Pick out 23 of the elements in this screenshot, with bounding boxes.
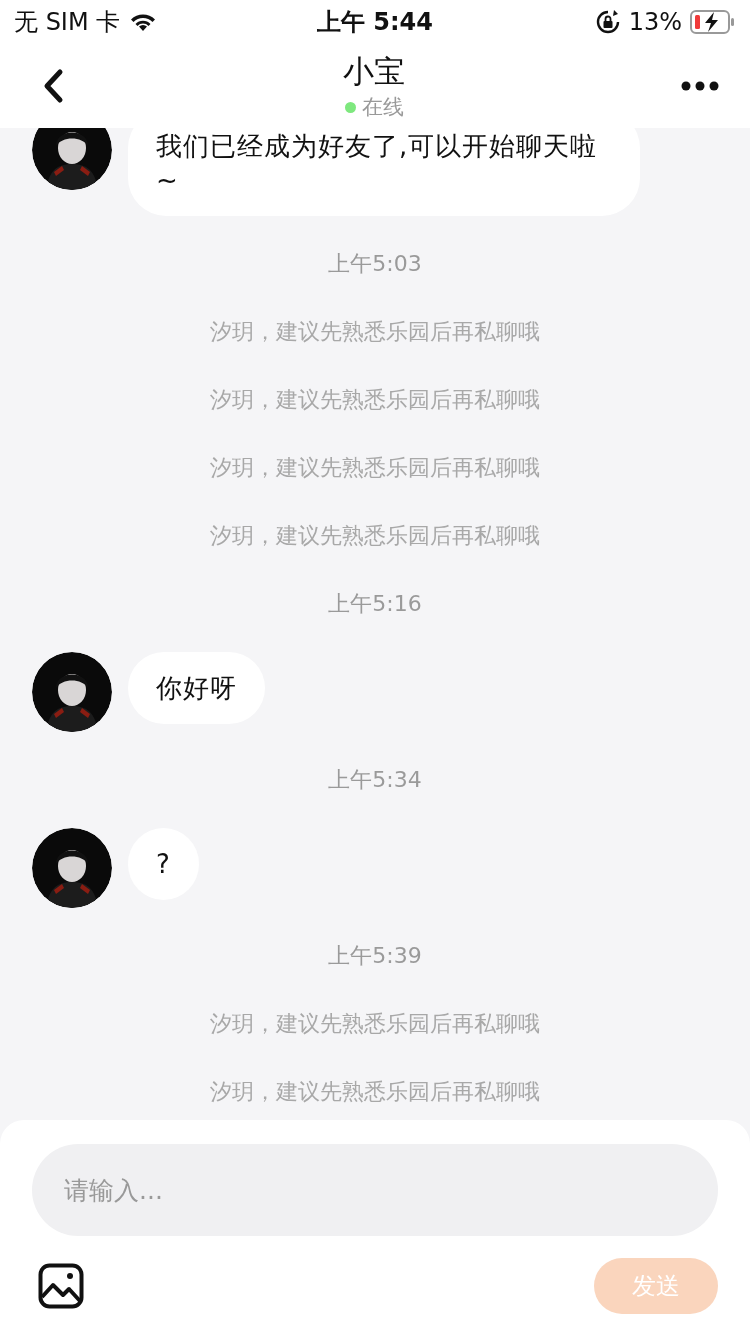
contact-name: 小宝 [343,52,405,91]
image-button[interactable] [38,1263,84,1309]
message-bubble: 你好呀 [128,652,265,724]
system-notice: 汐玥，建议先熟悉乐园后再私聊哦 [209,318,541,346]
timestamp: 上午5:03 [327,250,423,278]
system-notice: 汐玥，建议先熟悉乐园后再私聊哦 [209,454,541,482]
message-bubble: ? [128,828,199,900]
battery-percent: 13% [628,8,682,36]
message-bubble: 我们已经成为好友了,可以开始聊天啦~ [128,128,640,216]
battery-charging-icon [690,10,736,34]
timestamp: 上午5:16 [327,590,423,618]
carrier-label: 无 SIM 卡 [14,7,121,38]
system-notice: 汐玥，建议先熟悉乐园后再私聊哦 [209,386,541,414]
timestamp: 上午5:39 [327,942,423,970]
system-notice: 汐玥，建议先熟悉乐园后再私聊哦 [209,1010,541,1038]
presence-label: 在线 [361,94,404,121]
more-icon[interactable] [681,81,719,91]
system-notice: 汐玥，建议先熟悉乐园后再私聊哦 [209,1078,541,1106]
system-notice: 汐玥，建议先熟悉乐园后再私聊哦 [209,522,541,550]
rotation-lock-icon [594,9,621,35]
message-input[interactable]: 请输入... [32,1144,718,1236]
status-time: 上午 5:44 [316,7,434,38]
timestamp: 上午5:34 [327,766,423,794]
